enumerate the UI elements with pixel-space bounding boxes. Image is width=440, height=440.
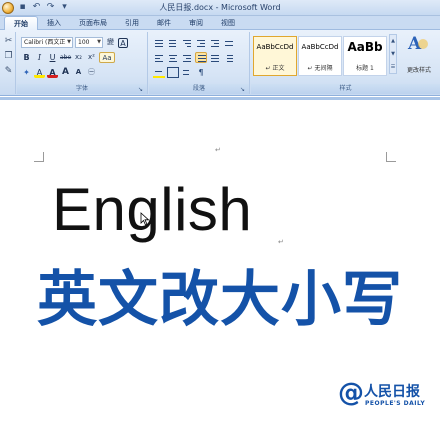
peoples-daily-logo: @ 人民日报 PEOPLE'S DAILY bbox=[338, 379, 438, 419]
tab-references[interactable]: 引用 bbox=[116, 16, 148, 30]
more-icon[interactable]: ☰ bbox=[390, 61, 396, 74]
title-bar: ▪ ↶ ↷ ▾ 人民日报.docx - Microsoft Word bbox=[0, 0, 440, 16]
sort-button[interactable] bbox=[181, 67, 193, 78]
shading-button[interactable] bbox=[153, 67, 165, 78]
paragraph-group: ¶ 段落 ↘ bbox=[149, 32, 250, 94]
strikethrough-button[interactable]: abe bbox=[60, 52, 71, 63]
shrink-font-button[interactable]: A bbox=[73, 67, 84, 78]
borders-button[interactable] bbox=[167, 67, 179, 78]
italic-button[interactable]: I bbox=[34, 52, 45, 63]
change-case-button[interactable]: Aa bbox=[99, 52, 115, 63]
show-marks-button[interactable]: ¶ bbox=[195, 67, 207, 78]
font-name-value: Calibri (西文正 bbox=[24, 39, 66, 46]
grow-font-button[interactable]: A bbox=[60, 67, 71, 78]
tab-view[interactable]: 视图 bbox=[212, 16, 244, 30]
align-right-button[interactable] bbox=[181, 52, 193, 63]
font-dialog-launcher-icon[interactable]: ↘ bbox=[138, 86, 145, 93]
style-heading-1-name: 标题 1 bbox=[356, 65, 374, 72]
logo-at-symbol: @ bbox=[338, 378, 364, 408]
document-text-english[interactable]: English bbox=[52, 180, 252, 240]
chinese-layout-button[interactable] bbox=[223, 37, 235, 48]
headline-caption: 英文改大小写 bbox=[37, 265, 403, 335]
tab-home[interactable]: 开始 bbox=[4, 16, 38, 30]
margin-corner-top-left bbox=[34, 152, 44, 162]
font-color-button[interactable]: A bbox=[47, 67, 58, 78]
justify-button[interactable] bbox=[195, 52, 207, 63]
distributed-button[interactable] bbox=[209, 52, 221, 63]
style-no-spacing[interactable]: AaBbCcDd ↵ 无间隔 bbox=[298, 36, 342, 76]
style-heading-1-sample: AaBb bbox=[347, 40, 383, 54]
tab-insert[interactable]: 插入 bbox=[38, 16, 70, 30]
style-heading-1[interactable]: AaBb 标题 1 bbox=[343, 36, 387, 76]
margin-corner-top-right bbox=[386, 152, 396, 162]
tab-review[interactable]: 审阅 bbox=[180, 16, 212, 30]
logo-name-cn: 人民日报 bbox=[364, 384, 420, 400]
font-name-combo[interactable]: Calibri (西文正 ▼ bbox=[21, 37, 73, 48]
font-size-combo[interactable]: 100 ▼ bbox=[75, 37, 103, 48]
align-center-button[interactable] bbox=[167, 52, 179, 63]
window-title: 人民日报.docx - Microsoft Word bbox=[159, 3, 281, 12]
enclose-char-button[interactable]: ㊀ bbox=[86, 67, 97, 78]
chevron-up-icon[interactable]: ▲ bbox=[390, 35, 396, 48]
mouse-cursor-icon bbox=[140, 212, 150, 226]
multilevel-list-button[interactable] bbox=[181, 37, 193, 48]
bold-button[interactable]: B bbox=[21, 52, 32, 63]
format-painter-icon[interactable]: ✎ bbox=[3, 66, 14, 77]
tab-mailings[interactable]: 邮件 bbox=[148, 16, 180, 30]
bullets-button[interactable] bbox=[153, 37, 165, 48]
style-no-spacing-sample: AaBbCcDd bbox=[301, 43, 339, 51]
superscript-button[interactable]: x² bbox=[86, 52, 97, 63]
subscript-button[interactable]: x₂ bbox=[73, 52, 84, 63]
phonetic-guide-button[interactable]: 變 bbox=[105, 37, 116, 48]
chevron-down-icon: ▼ bbox=[67, 39, 71, 45]
copy-icon[interactable]: ❐ bbox=[3, 51, 14, 62]
char-border-button[interactable]: A bbox=[118, 37, 128, 48]
ribbon-tabs: 开始 插入 页面布局 引用 邮件 审阅 视图 bbox=[0, 16, 440, 30]
underline-button[interactable]: U bbox=[47, 52, 58, 63]
font-group: Calibri (西文正 ▼ 100 ▼ 變 A B I U abe x₂ x²… bbox=[17, 32, 148, 94]
increase-indent-button[interactable] bbox=[209, 37, 221, 48]
paragraph-group-label: 段落 bbox=[149, 84, 249, 94]
style-normal-sample: AaBbCcDd bbox=[256, 43, 294, 51]
numbering-button[interactable] bbox=[167, 37, 179, 48]
font-size-value: 100 bbox=[78, 39, 90, 46]
document-page[interactable]: ↵ English ↵ 英文改大小写 @ 人民日报 PEOPLE'S DAILY bbox=[0, 100, 440, 440]
style-normal[interactable]: AaBbCcDd ↵ 正文 bbox=[253, 36, 297, 76]
tab-page-layout[interactable]: 页面布局 bbox=[70, 16, 116, 30]
paragraph-dialog-launcher-icon[interactable]: ↘ bbox=[240, 86, 247, 93]
decrease-indent-button[interactable] bbox=[195, 37, 207, 48]
change-styles-button[interactable]: A 更改样式 bbox=[399, 34, 439, 74]
font-group-label: 字体 bbox=[17, 84, 147, 94]
chevron-down-icon[interactable]: ▼ bbox=[390, 48, 396, 61]
style-normal-name: ↵ 正文 bbox=[265, 65, 285, 72]
ribbon: ✂ ❐ ✎ Calibri (西文正 ▼ 100 ▼ 變 A B I U abe… bbox=[0, 30, 440, 96]
logo-name-en: PEOPLE'S DAILY bbox=[365, 400, 426, 407]
styles-group-label: 样式 bbox=[251, 84, 440, 94]
paragraph-mark: ↵ bbox=[278, 238, 284, 246]
change-styles-label: 更改样式 bbox=[406, 67, 431, 74]
clipboard-group: ✂ ❐ ✎ bbox=[0, 32, 16, 94]
align-left-button[interactable] bbox=[153, 52, 165, 63]
text-effect-button[interactable]: ✦ bbox=[21, 67, 32, 78]
change-styles-icon: A bbox=[408, 34, 429, 54]
cut-icon[interactable]: ✂ bbox=[3, 36, 14, 47]
style-no-spacing-name: ↵ 无间隔 bbox=[307, 65, 333, 72]
styles-gallery-scroll[interactable]: ▲ ▼ ☰ bbox=[389, 34, 397, 74]
paragraph-mark: ↵ bbox=[215, 146, 221, 154]
chevron-down-icon: ▼ bbox=[97, 39, 101, 45]
highlight-button[interactable]: A bbox=[34, 67, 45, 78]
line-spacing-button[interactable] bbox=[223, 52, 235, 63]
